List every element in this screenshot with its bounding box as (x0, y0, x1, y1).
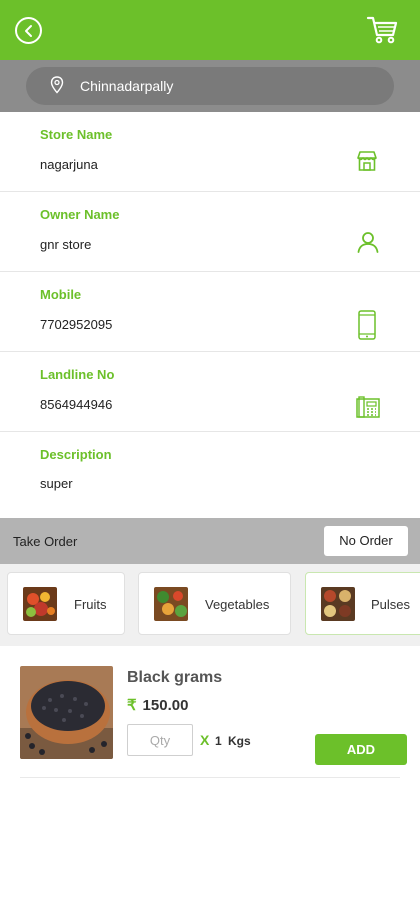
multiply-sign: X (200, 732, 210, 748)
product-name: Black grams (127, 669, 223, 686)
description-field: Description super (0, 432, 420, 518)
landline-field: Landline No 8564944946 (0, 352, 420, 432)
mobile-field: Mobile 7702952095 (0, 272, 420, 352)
mobile-label: Mobile (40, 287, 82, 302)
order-bar: Take Order No Order (0, 518, 420, 564)
category-label: Pulses (371, 597, 411, 612)
cart-button[interactable] (366, 15, 398, 45)
landline-phone-icon (356, 396, 380, 418)
vegetables-thumbnail (154, 587, 188, 621)
category-label: Vegetables (205, 597, 270, 612)
fruits-thumbnail (23, 587, 57, 621)
price-value: 150.00 (142, 697, 189, 714)
location-text: Chinnadarpally (80, 78, 174, 94)
description-label: Description (40, 447, 112, 462)
category-vegetables[interactable]: Vegetables (138, 572, 291, 635)
product-card: Black grams ₹150.00 X 1 Kgs ADD (0, 646, 420, 780)
product-price: ₹150.00 (127, 696, 188, 714)
mobile-value: 7702952095 (40, 317, 113, 332)
landline-value: 8564944946 (40, 397, 113, 412)
category-pulses[interactable]: Pulses (305, 572, 420, 635)
mobile-phone-icon (358, 310, 376, 340)
app-header (0, 0, 420, 60)
description-value: super (40, 476, 73, 491)
divider (20, 777, 400, 778)
store-name-field: Store Name nagarjuna (0, 112, 420, 192)
take-order-label: Take Order (13, 534, 78, 549)
store-icon (357, 151, 377, 171)
no-order-button[interactable]: No Order (324, 526, 408, 556)
owner-name-label: Owner Name (40, 207, 120, 222)
unit-quantity: 1 (215, 734, 222, 748)
map-pin-icon (50, 76, 64, 94)
pulses-thumbnail (321, 587, 355, 621)
rupee-symbol: ₹ (127, 697, 137, 714)
landline-label: Landline No (40, 367, 115, 382)
category-strip[interactable]: Fruits Vegetables Pulses (0, 564, 420, 646)
category-label: Fruits (74, 597, 107, 612)
store-name-value: nagarjuna (40, 157, 98, 172)
owner-name-value: gnr store (40, 237, 92, 252)
user-icon (357, 232, 379, 253)
unit-label: Kgs (228, 734, 251, 748)
category-fruits[interactable]: Fruits (7, 572, 125, 635)
shopping-cart-icon (366, 16, 398, 44)
location-selector[interactable]: Chinnadarpally (26, 67, 394, 105)
chevron-left-icon (25, 25, 32, 37)
owner-name-field: Owner Name gnr store (0, 192, 420, 272)
black-grams-image (20, 666, 113, 759)
quantity-input[interactable] (127, 724, 193, 756)
store-name-label: Store Name (40, 127, 113, 142)
location-bar: Chinnadarpally (0, 60, 420, 112)
back-button[interactable] (15, 17, 42, 44)
add-button[interactable]: ADD (315, 734, 407, 765)
